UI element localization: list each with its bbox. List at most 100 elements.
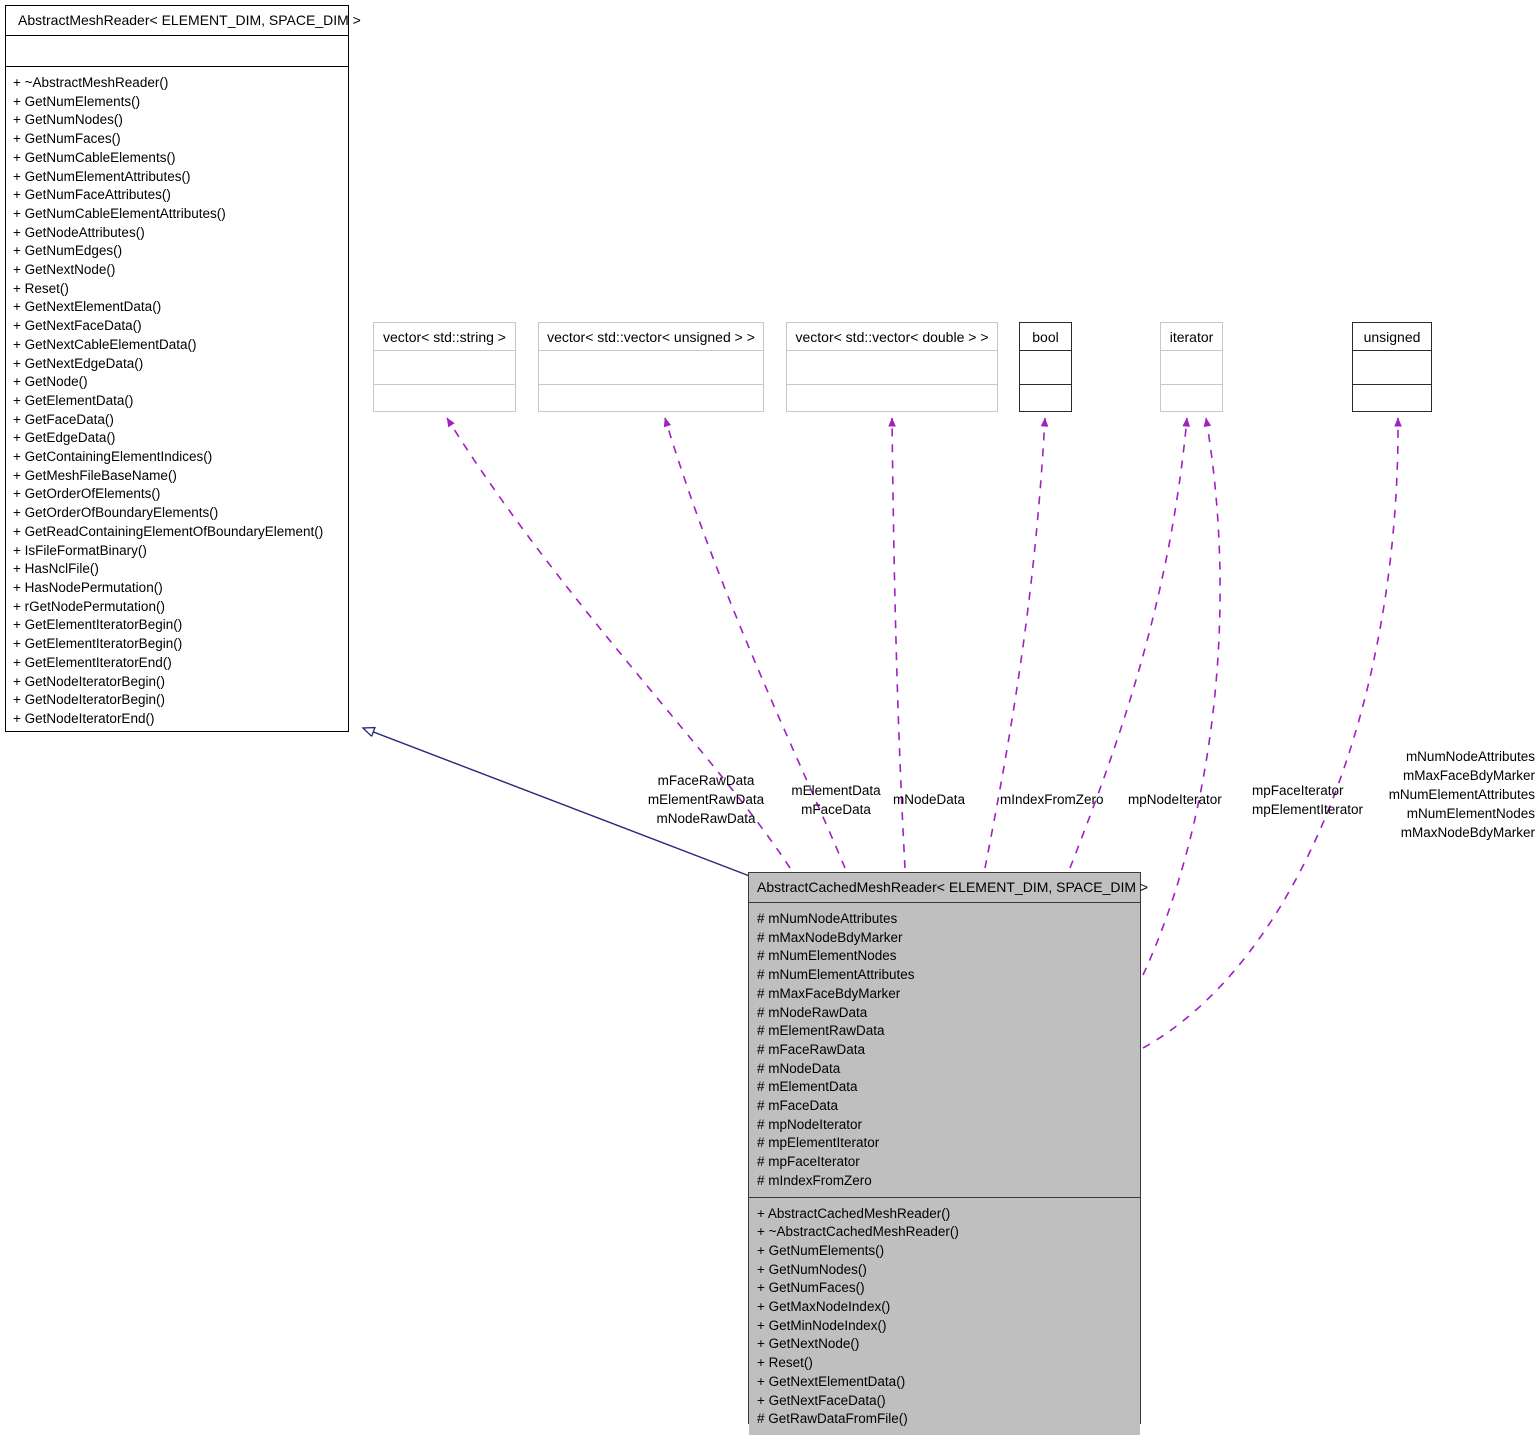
class-member-row: + GetNumNodes() [13, 112, 123, 128]
class-member-row: + GetNextFaceData() [757, 1392, 886, 1408]
class-member-row: + GetNextEdgeData() [13, 355, 144, 371]
class-member-row: + GetNextElementData() [757, 1373, 906, 1389]
class-member-row: + GetNumEdges() [13, 243, 123, 259]
type-methods-unsigned [1353, 384, 1431, 417]
edge-label-line: mpFaceIterator [1252, 783, 1344, 798]
usage-edge-unsigned [1142, 417, 1402, 1049]
class-member-row: + GetMaxNodeIndex() [757, 1299, 891, 1315]
class-member-row: # mElementRawData [757, 1023, 885, 1039]
class-member-row: + GetNodeAttributes() [13, 224, 145, 240]
class-methods-abstract-cached-mesh-reader: + AbstractCachedMeshReader() + ~AbstractC… [749, 1196, 1140, 1435]
type-box-bool[interactable]: bool [1019, 322, 1072, 412]
class-member-row: + GetEdgeData() [13, 430, 116, 446]
class-title-abstract-mesh-reader: AbstractMeshReader< ELEMENT_DIM, SPACE_D… [6, 6, 361, 36]
class-member-row: + Reset() [757, 1355, 813, 1371]
class-member-row: + GetNextCableElementData() [13, 336, 197, 352]
type-attributes-vector-double [787, 351, 997, 384]
class-member-row: + GetMinNodeIndex() [757, 1317, 887, 1333]
edge-label-line: mFaceRawData [657, 773, 755, 788]
class-member-row: + AbstractCachedMeshReader() [757, 1205, 951, 1221]
type-methods-iterator [1161, 384, 1222, 417]
edge-label-line: mMaxNodeBdyMarker [1400, 825, 1535, 840]
edge-label-line: mNumElementAttributes [1388, 787, 1535, 802]
edge-label-unsigned-members: mNumNodeAttributes mMaxFaceBdyMarker mNumE… [1383, 747, 1535, 842]
uml-diagram-canvas: AbstractMeshReader< ELEMENT_DIM, SPACE_D… [0, 0, 1539, 1435]
class-member-row: + ~AbstractCachedMeshReader() [757, 1224, 959, 1240]
type-attributes-bool [1020, 351, 1071, 384]
edge-label-line: mIndexFromZero [1000, 792, 1104, 807]
edge-label-line: mFaceData [801, 802, 871, 817]
class-member-row: # mIndexFromZero [757, 1172, 872, 1188]
edge-label-line: mNumElementNodes [1406, 806, 1535, 821]
class-member-row: + HasNodePermutation() [13, 579, 163, 595]
edge-label-line: mNumNodeAttributes [1405, 749, 1535, 764]
class-member-row: + GetReadContainingElementOfBoundaryElem… [13, 523, 324, 539]
class-member-row: # mFaceRawData [757, 1041, 866, 1057]
class-member-row: + HasNclFile() [13, 561, 99, 577]
edge-label-line: mpNodeIterator [1128, 792, 1222, 807]
type-methods-vector-string [374, 384, 515, 417]
class-member-row: + GetNode() [13, 374, 88, 390]
class-member-row: + rGetNodePermutation() [13, 598, 165, 614]
class-member-row: + GetNumFaces() [13, 131, 121, 147]
class-attributes-abstract-mesh-reader [6, 36, 348, 66]
class-member-row: # mElementData [757, 1079, 858, 1095]
edge-label-raw-data: mFaceRawData mElementRawData mNodeRawData [596, 771, 816, 828]
class-member-row: # mpElementIterator [757, 1135, 880, 1151]
type-box-vector-unsigned[interactable]: vector< std::vector< unsigned > > [538, 322, 764, 412]
class-member-row: + GetElementIteratorEnd() [13, 654, 172, 670]
class-member-row: + GetNumNodes() [757, 1261, 867, 1277]
usage-edge-iterator-faceelement [1142, 417, 1221, 976]
edge-label-line: mpElementIterator [1252, 802, 1364, 817]
type-attributes-vector-unsigned [539, 351, 763, 384]
class-member-row: + GetNodeIteratorBegin() [13, 692, 165, 708]
class-methods-abstract-mesh-reader: + ~AbstractMeshReader() + GetNumElements(… [6, 66, 348, 735]
type-title-vector-unsigned: vector< std::vector< unsigned > > [539, 323, 763, 351]
class-member-row: + GetOrderOfBoundaryElements() [13, 505, 219, 521]
class-box-abstract-cached-mesh-reader[interactable]: AbstractCachedMeshReader< ELEMENT_DIM, S… [748, 872, 1148, 1435]
type-title-iterator: iterator [1161, 323, 1222, 351]
class-member-row: # mMaxNodeBdyMarker [757, 929, 903, 945]
class-attributes-abstract-cached-mesh-reader: # mNumNodeAttributes # mMaxNodeBdyMarker #… [749, 903, 1140, 1197]
type-box-vector-string[interactable]: vector< std::string > [373, 322, 516, 412]
class-member-row: + GetNodeIteratorEnd() [13, 710, 155, 726]
class-member-row: + GetNumCableElements() [13, 149, 176, 165]
type-attributes-vector-string [374, 351, 515, 384]
class-member-row: # mNumElementNodes [757, 948, 897, 964]
edge-label-face-element-iterator: mpFaceIterator mpElementIterator [1252, 781, 1364, 819]
type-box-unsigned[interactable]: unsigned [1352, 322, 1432, 412]
class-member-row: # mpNodeIterator [757, 1116, 863, 1132]
type-box-iterator[interactable]: iterator [1160, 322, 1223, 412]
edge-label-element-face-data: mElementData mFaceData [786, 781, 886, 819]
class-member-row: + GetMeshFileBaseName() [13, 467, 177, 483]
class-member-row: + GetNumFaces() [757, 1280, 865, 1296]
type-box-vector-double[interactable]: vector< std::vector< double > > [786, 322, 998, 412]
class-member-row: + GetNextNode() [13, 262, 116, 278]
class-member-row: # mNumNodeAttributes [757, 911, 898, 926]
type-attributes-iterator [1161, 351, 1222, 384]
class-member-row: + GetNumElementAttributes() [13, 168, 191, 184]
class-member-row: + GetNextNode() [757, 1336, 860, 1352]
class-box-abstract-mesh-reader[interactable]: AbstractMeshReader< ELEMENT_DIM, SPACE_D… [5, 5, 361, 735]
class-member-row: + GetNumElements() [13, 93, 141, 109]
class-member-row: + GetElementData() [13, 392, 134, 408]
edge-label-line: mNodeData [893, 792, 966, 807]
class-member-row: + GetNumCableElementAttributes() [13, 205, 226, 221]
type-methods-bool [1020, 384, 1071, 417]
class-member-row: + ~AbstractMeshReader() [13, 75, 169, 90]
class-member-row: + GetNumFaceAttributes() [13, 187, 171, 203]
type-title-bool: bool [1020, 323, 1071, 351]
type-title-unsigned: unsigned [1353, 323, 1431, 351]
class-member-row: # mNodeData [757, 1060, 841, 1076]
class-member-row: + GetNodeIteratorBegin() [13, 673, 165, 689]
class-member-row: + IsFileFormatBinary() [13, 542, 147, 558]
class-member-row: + GetFaceData() [13, 411, 114, 427]
edge-label-line: mElementData [791, 783, 881, 798]
class-member-row: + GetElementIteratorBegin() [13, 636, 183, 652]
class-member-row: # mFaceData [757, 1098, 839, 1114]
class-member-row: # GetRawDataFromFile() [757, 1411, 908, 1427]
type-attributes-unsigned [1353, 351, 1431, 384]
class-member-row: + GetElementIteratorBegin() [13, 617, 183, 633]
type-methods-vector-unsigned [539, 384, 763, 417]
edge-label-line: mMaxFaceBdyMarker [1402, 768, 1535, 783]
